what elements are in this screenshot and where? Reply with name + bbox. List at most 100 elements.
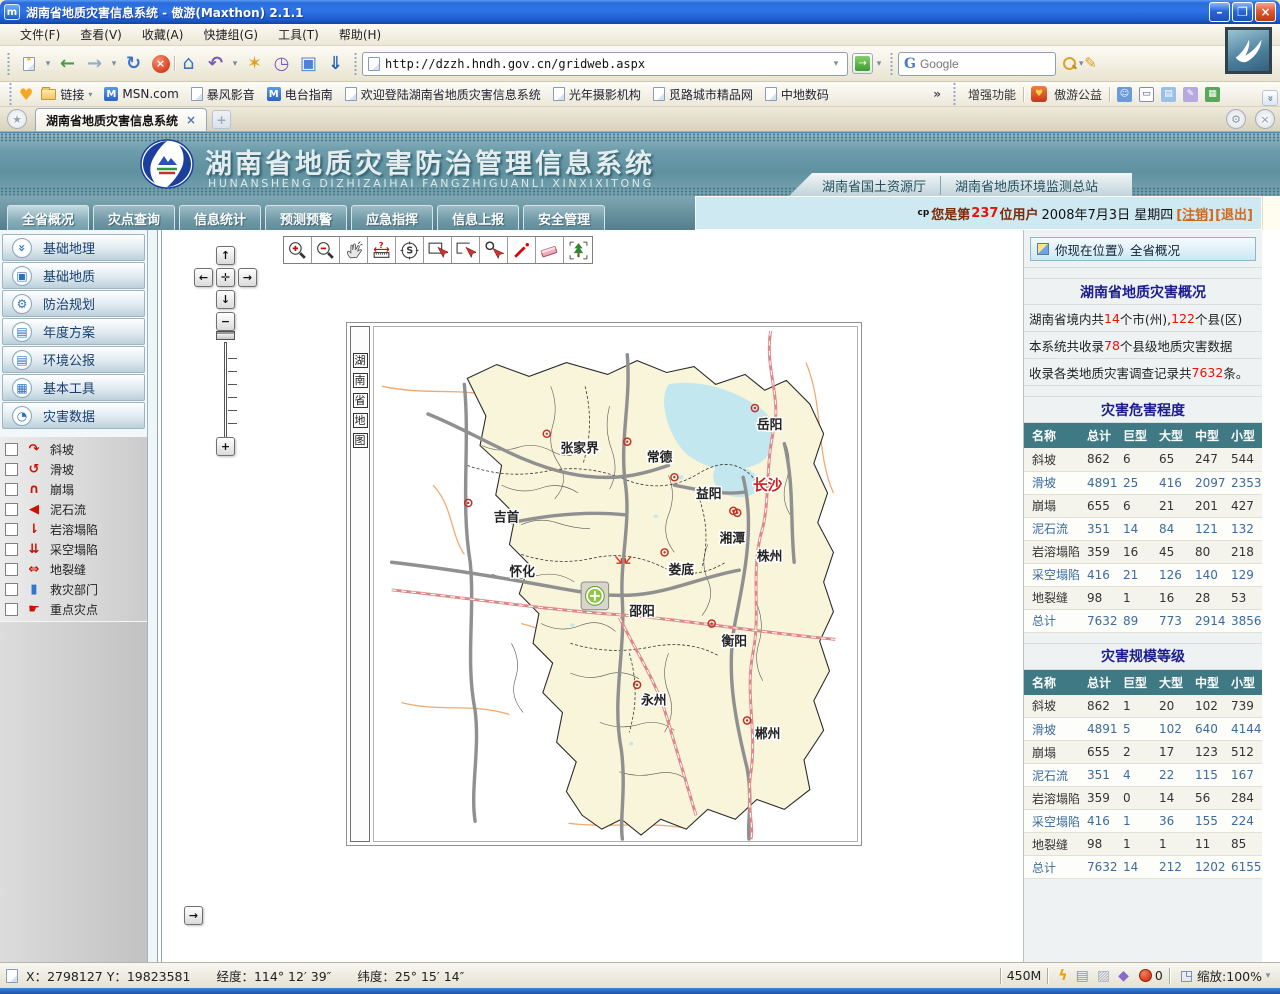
layer-checkbox[interactable]: [5, 583, 18, 596]
magic-fill-button[interactable]: [241, 50, 268, 77]
link-item[interactable]: 觅路城市精品网: [647, 84, 759, 105]
link-item[interactable]: MMSN.com: [98, 85, 184, 103]
pan-button[interactable]: [340, 237, 368, 263]
nav-tab-6[interactable]: 信息上报: [437, 205, 519, 230]
layer-checkbox[interactable]: [5, 603, 18, 616]
link-item[interactable]: 链接▾: [35, 84, 98, 105]
link-item[interactable]: 欢迎登陆湖南省地质灾害信息系统: [339, 84, 547, 105]
link-geo-env-station[interactable]: 湖南省地质环境监测总站: [941, 176, 1112, 195]
close-button[interactable]: ×: [1255, 2, 1276, 22]
layer-checkbox[interactable]: [5, 443, 18, 456]
locate-button[interactable]: [581, 582, 608, 610]
map-canvas[interactable]: 张家界常德岳阳益阳长沙吉首湘潭株州怀化娄底邵阳衡阳永州郴州: [373, 326, 858, 842]
link-item[interactable]: M电台指南: [261, 84, 339, 105]
zoom-level[interactable]: 缩放:100%: [1197, 966, 1262, 985]
measure-button[interactable]: ?: [368, 237, 396, 263]
layer-checkbox[interactable]: [5, 463, 18, 476]
link-item[interactable]: 中地数码: [759, 84, 835, 105]
layer-checkbox[interactable]: [5, 563, 18, 576]
expand-panel-button[interactable]: →: [184, 906, 203, 925]
highlight-button[interactable]: [1077, 50, 1104, 77]
address-bar[interactable]: ▾: [362, 52, 848, 76]
tab-close-icon[interactable]: ×: [186, 113, 196, 127]
blocked-counter-icon[interactable]: [1139, 969, 1152, 982]
new-page-button[interactable]: [15, 50, 42, 77]
select-s-button[interactable]: S: [396, 237, 424, 263]
layer-checkbox[interactable]: [5, 543, 18, 556]
eraser-button[interactable]: [536, 237, 564, 263]
links-grip[interactable]: [8, 82, 13, 106]
menu-item[interactable]: 工具(T): [268, 23, 329, 46]
layer-tree-button[interactable]: [564, 237, 592, 263]
toolbar-grip[interactable]: [889, 52, 894, 76]
history-dropdown[interactable]: ▾: [108, 59, 120, 69]
sidebar-section-环境公报[interactable]: ▤环境公报: [2, 346, 145, 373]
minimize-button[interactable]: –: [1209, 2, 1230, 22]
popup-blocker-icon[interactable]: ▨: [1097, 969, 1110, 983]
select-rect-button[interactable]: [424, 237, 452, 263]
panel-splitter[interactable]: [148, 230, 162, 962]
zoom-in-button[interactable]: [284, 237, 312, 263]
new-tab-button[interactable]: +: [212, 110, 231, 129]
toolbar-grip[interactable]: [6, 52, 11, 76]
hunan-map[interactable]: 张家界常德岳阳益阳长沙吉首湘潭株州怀化娄底邵阳衡阳永州郴州: [374, 327, 857, 841]
pan-right-button[interactable]: →: [238, 268, 257, 287]
collapse-chevron-icon[interactable]: »: [1262, 90, 1278, 106]
layer-checkbox[interactable]: [5, 503, 18, 516]
zoom-out-step-button[interactable]: −: [216, 312, 235, 331]
menu-item[interactable]: 查看(V): [70, 23, 132, 46]
sidebar-section-灾害数据[interactable]: ◔灾害数据: [2, 402, 145, 429]
window-button[interactable]: [295, 50, 322, 77]
nav-tab-5[interactable]: 应急指挥: [351, 205, 433, 230]
logout-link[interactable]: [注销]: [1176, 204, 1214, 223]
download-button[interactable]: [322, 50, 349, 77]
grid-icon[interactable]: ▦: [1205, 87, 1220, 102]
boost-icon[interactable]: ϟ: [1058, 969, 1067, 983]
undo-button[interactable]: [202, 50, 229, 77]
nav-tab-3[interactable]: 信息统计: [179, 205, 261, 230]
nav-tab-1[interactable]: 全省概况: [7, 205, 89, 230]
stop-button[interactable]: ×: [147, 50, 174, 77]
sidebar-section-基本工具[interactable]: ▦基本工具: [2, 374, 145, 401]
menu-item[interactable]: 文件(F): [10, 23, 70, 46]
exit-link[interactable]: [退出]: [1215, 204, 1253, 223]
menu-item[interactable]: 快捷组(G): [193, 23, 268, 46]
link-item[interactable]: 暴风影音: [185, 84, 261, 105]
pan-down-button[interactable]: ↓: [216, 290, 235, 309]
link-land-resources[interactable]: 湖南省国土资源厅: [808, 176, 941, 195]
select-circle-button[interactable]: [480, 237, 508, 263]
notes-icon[interactable]: ▤: [1161, 87, 1176, 102]
maxthon-charity-link[interactable]: 傲游公益: [1054, 86, 1102, 103]
close-tabs-icon[interactable]: ×: [1255, 109, 1275, 129]
sidebar-section-基础地质[interactable]: ▣基础地质: [2, 262, 145, 289]
links-overflow-button[interactable]: »: [933, 87, 941, 101]
favorites-heart-icon[interactable]: ♥: [19, 85, 33, 104]
toolbar-grip[interactable]: [353, 52, 358, 76]
zoom-in-step-button[interactable]: +: [216, 437, 235, 456]
link-item[interactable]: 光年摄影机构: [547, 84, 647, 105]
layer-checkbox[interactable]: [5, 483, 18, 496]
refresh-button[interactable]: [120, 50, 147, 77]
search-icon[interactable]: [1062, 56, 1077, 71]
enhance-features-link[interactable]: 增强功能: [968, 86, 1016, 103]
new-page-dropdown[interactable]: ▾: [42, 59, 54, 69]
maximize-button[interactable]: ❐: [1232, 2, 1253, 22]
window-list-icon[interactable]: ▭: [1139, 87, 1154, 102]
pan-left-button[interactable]: ←: [194, 268, 213, 287]
pan-center-button[interactable]: ✛: [216, 268, 235, 287]
sidebar-section-防治规划[interactable]: ⚙防治规划: [2, 290, 145, 317]
pan-up-button[interactable]: ↑: [216, 246, 235, 265]
address-input[interactable]: [385, 57, 825, 71]
zoom-resize-icon[interactable]: ◳: [1180, 969, 1193, 983]
menu-item[interactable]: 帮助(H): [329, 23, 391, 46]
history-button[interactable]: [268, 50, 295, 77]
gesture-icon[interactable]: ◆: [1118, 969, 1129, 983]
search-box[interactable]: G ▾: [898, 52, 1056, 76]
undo-dropdown[interactable]: ▾: [229, 59, 241, 69]
pens-icon[interactable]: ✎: [1183, 87, 1198, 102]
home-button[interactable]: [175, 50, 202, 77]
zoom-dropdown[interactable]: ▾: [1262, 971, 1274, 981]
nav-tab-4[interactable]: 预测预警: [265, 205, 347, 230]
sidebar-section-年度方案[interactable]: ▤年度方案: [2, 318, 145, 345]
redline-button[interactable]: [508, 237, 536, 263]
